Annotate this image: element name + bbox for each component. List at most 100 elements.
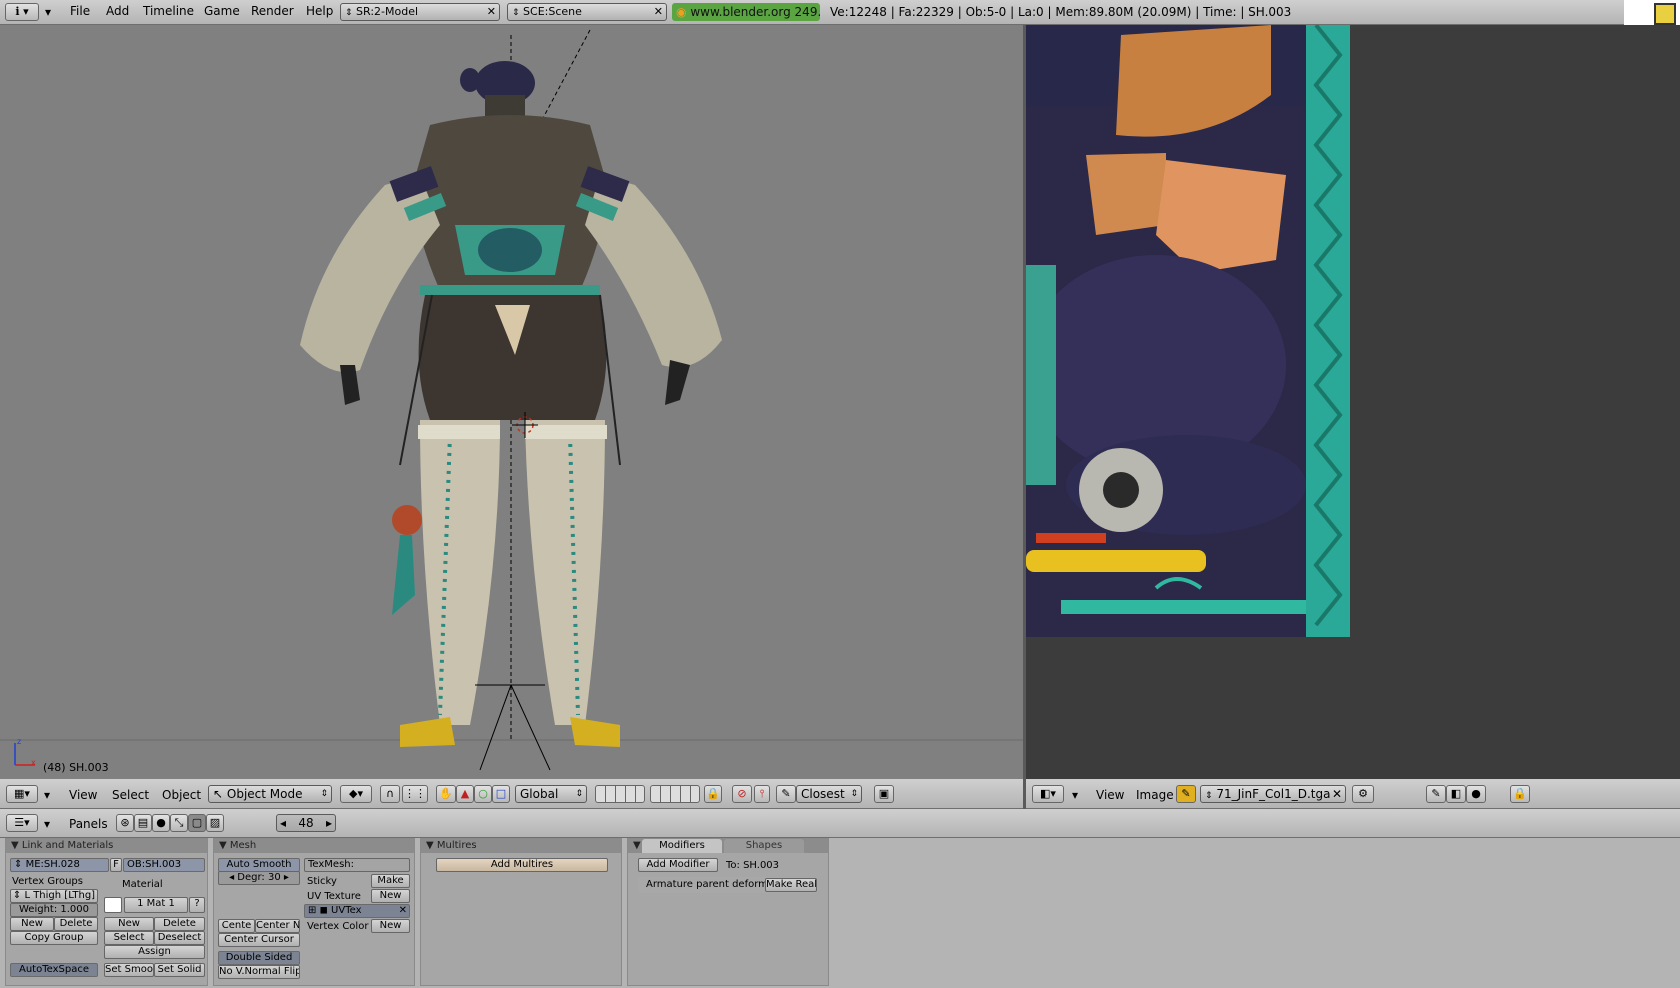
panel-title[interactable]: ▼ Multires: [421, 839, 621, 853]
uv-texture-new-button[interactable]: New: [371, 889, 410, 903]
lock-icon[interactable]: 🔒: [704, 785, 722, 803]
viewport-menu-view[interactable]: View: [69, 788, 97, 802]
record-icon[interactable]: ●: [1466, 785, 1486, 803]
image-editor-icon[interactable]: ◧▾: [1032, 785, 1064, 803]
scene-icon[interactable]: ▨: [206, 814, 224, 832]
snap-mode-selector[interactable]: Closest ⇕: [796, 785, 862, 803]
vgroup-new-button[interactable]: New: [10, 917, 54, 931]
mesh-datablock-field[interactable]: ⇕ ME:SH.028: [10, 858, 109, 872]
center-cursor-button[interactable]: Center Cursor: [218, 933, 300, 947]
menu-help[interactable]: Help: [306, 4, 333, 18]
chevron-down-icon[interactable]: ▾: [1072, 788, 1078, 802]
set-smooth-button[interactable]: Set Smoo: [104, 963, 154, 977]
material-deselect-button[interactable]: Deselect: [154, 931, 205, 945]
hand-icon[interactable]: ✋: [436, 785, 456, 803]
brush-icon[interactable]: ✎: [1426, 785, 1446, 803]
degree-field[interactable]: ◂ Degr: 30 ▸: [218, 871, 300, 885]
material-color-swatch[interactable]: [104, 897, 122, 913]
orientation-selector[interactable]: Global ⇕: [515, 785, 587, 803]
chevron-down-icon[interactable]: ▾: [45, 5, 51, 19]
close-icon[interactable]: ✕: [399, 905, 407, 917]
material-select-button[interactable]: Select: [104, 931, 154, 945]
texmesh-field[interactable]: TexMesh:: [304, 858, 410, 872]
layer-buttons-b[interactable]: [650, 785, 700, 803]
auto-smooth-toggle[interactable]: Auto Smooth: [218, 858, 300, 872]
frame-field[interactable]: ◂ 48 ▸: [276, 814, 336, 832]
chevron-down-icon[interactable]: ▾: [44, 788, 50, 802]
close-icon[interactable]: ✕: [487, 4, 496, 20]
proportional-icon[interactable]: ⊘: [732, 785, 752, 803]
set-solid-button[interactable]: Set Solid: [154, 963, 205, 977]
viewport-menu-select[interactable]: Select: [112, 788, 149, 802]
material-assign-button[interactable]: Assign: [104, 945, 205, 959]
sticky-make-button[interactable]: Make: [371, 874, 410, 888]
panels-menu[interactable]: Panels: [69, 817, 108, 831]
armature-modifier-row[interactable]: Armature parent deform Make Real: [638, 877, 818, 893]
double-sided-toggle[interactable]: Double Sided: [218, 951, 300, 965]
window-corner-icon[interactable]: [1624, 0, 1680, 28]
object-name-field[interactable]: OB:SH.003: [123, 858, 205, 872]
menu-render[interactable]: Render: [251, 4, 294, 18]
pencil-icon[interactable]: ✎: [776, 785, 796, 803]
material-help-button[interactable]: ?: [189, 897, 205, 913]
editing-icon[interactable]: ▢: [188, 814, 206, 832]
screen-selector[interactable]: ⇕ SR:2-Model ✕: [340, 3, 500, 21]
material-new-button[interactable]: New: [104, 917, 154, 931]
mirror-icon[interactable]: ◧: [1446, 785, 1466, 803]
image-editor[interactable]: [1026, 25, 1680, 779]
object-icon[interactable]: ⤡: [170, 814, 188, 832]
grid-icon[interactable]: ▦▾: [6, 785, 38, 803]
version-badge[interactable]: ◉ www.blender.org 249.2: [672, 3, 820, 21]
menu-add[interactable]: Add: [106, 4, 129, 18]
vertex-group-selector[interactable]: ⇕ L Thigh [LThg]: [10, 889, 98, 903]
rotate-icon[interactable]: ○: [474, 785, 492, 803]
magnet-icon[interactable]: ∩: [380, 785, 400, 803]
panel-title[interactable]: ▼ Mesh: [214, 839, 414, 853]
weight-field[interactable]: Weight: 1.000: [10, 903, 98, 917]
menu-game[interactable]: Game: [204, 4, 240, 18]
scene-selector[interactable]: ⇕ SCE:Scene ✕: [507, 3, 667, 21]
tab-shapes[interactable]: Shapes: [724, 839, 804, 853]
copy-group-button[interactable]: Copy Group: [10, 931, 98, 945]
logic-icon[interactable]: ⊛: [116, 814, 134, 832]
image-menu-image[interactable]: Image: [1136, 788, 1174, 802]
mode-selector[interactable]: ↖ Object Mode ⇕: [208, 785, 332, 803]
autotexspace-toggle[interactable]: AutoTexSpace: [10, 963, 98, 977]
make-real-button[interactable]: Make Real: [765, 878, 817, 892]
script-icon[interactable]: ▤: [134, 814, 152, 832]
translate-icon[interactable]: ▲: [456, 785, 474, 803]
add-modifier-button[interactable]: Add Modifier: [638, 858, 718, 872]
image-menu-view[interactable]: View: [1096, 788, 1124, 802]
fake-user-button[interactable]: F: [110, 858, 122, 872]
render-icon[interactable]: ▣: [874, 785, 894, 803]
uvtex-layer[interactable]: ⊞ ◼ UVTex ✕: [304, 904, 410, 918]
add-multires-button[interactable]: Add Multires: [436, 858, 608, 872]
paint-icon[interactable]: ✎: [1176, 785, 1196, 803]
center-button[interactable]: Cente: [218, 919, 255, 933]
menu-file[interactable]: File: [70, 4, 90, 18]
tab-modifiers[interactable]: Modifiers: [642, 839, 722, 853]
viewport-menu-object[interactable]: Object: [162, 788, 201, 802]
info-icon[interactable]: i ▾: [5, 3, 39, 21]
panel-title[interactable]: ▼ Link and Materials: [6, 839, 207, 853]
material-index-field[interactable]: 1 Mat 1: [124, 897, 188, 913]
close-icon[interactable]: ✕: [1332, 786, 1342, 802]
no-vnormal-flip-toggle[interactable]: No V.Normal Flip: [218, 965, 300, 979]
buttons-window-icon[interactable]: ☰▾: [6, 814, 38, 832]
center-new-button[interactable]: Center Ne: [255, 919, 300, 933]
scale-icon[interactable]: □: [492, 785, 510, 803]
image-selector[interactable]: ⇕ 71_JinF_Col1_D.tga ✕: [1200, 785, 1346, 803]
chevron-down-icon[interactable]: ▾: [44, 817, 50, 831]
image-lock-icon[interactable]: 🔒: [1510, 785, 1530, 803]
close-icon[interactable]: ✕: [654, 4, 663, 20]
shading-icon[interactable]: ●: [152, 814, 170, 832]
menu-timeline[interactable]: Timeline: [143, 4, 194, 18]
viewport-3d[interactable]: z x (48) SH.003: [0, 25, 1023, 779]
pack-icon[interactable]: ⚙: [1352, 785, 1374, 803]
snap-icon[interactable]: ⫯: [754, 785, 770, 803]
layer-buttons-a[interactable]: [595, 785, 645, 803]
vertex-color-new-button[interactable]: New: [371, 919, 410, 933]
vgroup-delete-button[interactable]: Delete: [54, 917, 98, 931]
layers-icon[interactable]: ⋮⋮: [402, 785, 428, 803]
draw-type-icon[interactable]: ◆▾: [340, 785, 372, 803]
